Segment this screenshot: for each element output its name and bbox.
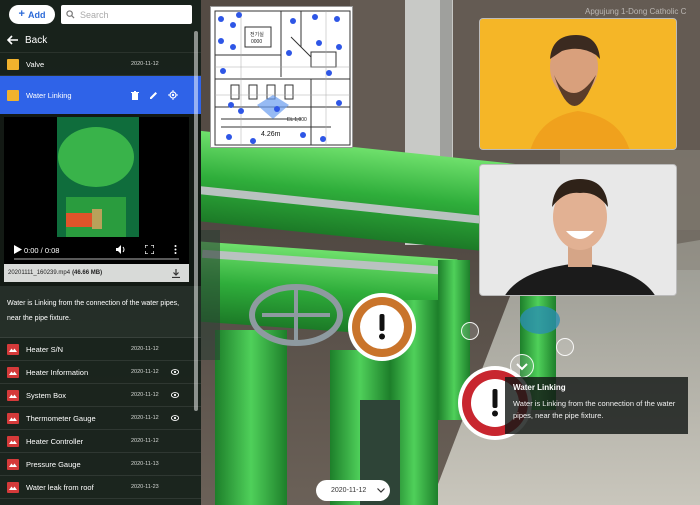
list-item-label: Pressure Gauge — [26, 459, 81, 469]
list-item-date: 2020-11-23 — [131, 484, 159, 490]
tooltip-title: Water Linking — [513, 383, 566, 392]
attachment-filename: 20201111_160239.mp4 — [8, 270, 71, 276]
image-icon — [7, 412, 19, 424]
locate-target-icon[interactable] — [168, 90, 178, 100]
list-item-date: 2020-11-12 — [131, 61, 159, 67]
list-item-label: Heater Information — [26, 367, 89, 377]
sidebar: + Add Back Valve 2020-11-12 Water Linkin… — [0, 0, 201, 505]
list-item-date: 2020-11-12 — [131, 415, 159, 421]
list-item[interactable]: Heater Controller 2020-11-12 — [0, 430, 201, 453]
sidebar-toolbar: + Add — [0, 0, 201, 28]
media-attachment: 0:00 / 0:08 20201111_160239.mp4 (46.66 M… — [0, 114, 201, 286]
list-item[interactable]: System Box 2020-11-12 — [0, 384, 201, 407]
fullscreen-icon[interactable] — [145, 245, 154, 254]
edit-pencil-icon[interactable] — [149, 91, 158, 100]
video-tile-participant-2[interactable] — [479, 164, 677, 296]
list-item-label: Thermometer Gauge — [26, 413, 96, 423]
room-label: 전기실 — [250, 31, 264, 38]
video-player[interactable]: 0:00 / 0:08 — [4, 117, 189, 264]
list-item[interactable]: Pressure Gauge 2020-11-13 — [0, 453, 201, 476]
video-controls: 0:00 / 0:08 — [4, 235, 189, 264]
participant-video-2 — [480, 165, 676, 295]
participant-video-1 — [480, 19, 676, 149]
list-item-date: 2020-11-12 — [131, 438, 159, 444]
eye-icon[interactable] — [171, 415, 179, 421]
image-icon — [7, 435, 19, 447]
download-icon[interactable] — [172, 269, 180, 278]
hotspot-tooltip: Water Linking Water is Linking from the … — [505, 377, 688, 434]
attachment-filesize: (46.66 MB) — [72, 270, 103, 276]
search-icon — [66, 10, 75, 19]
back-label: Back — [25, 34, 48, 46]
site-watermark: Apgujung 1-Dong Catholic C — [585, 7, 687, 16]
add-button-label: Add — [27, 9, 46, 20]
scale-label: 4.26m — [259, 131, 283, 138]
arrow-left-icon — [7, 35, 18, 45]
list-item-date: 2020-11-13 — [131, 461, 159, 467]
list-item-label: Water Linking — [26, 90, 72, 100]
image-icon — [7, 481, 19, 493]
play-icon[interactable] — [14, 245, 22, 254]
image-icon — [7, 343, 19, 355]
item-list: Heater S/N 2020-11-12 Heater Information 20… — [0, 338, 201, 505]
image-icon — [7, 389, 19, 401]
exclamation-icon — [379, 314, 385, 340]
video-progress-bar[interactable] — [14, 258, 179, 260]
list-item-label: System Box — [26, 390, 67, 400]
list-item[interactable]: Thermometer Gauge 2020-11-12 — [0, 407, 201, 430]
chevron-down-icon — [377, 488, 385, 493]
eye-icon[interactable] — [171, 392, 179, 398]
list-item-water-linking[interactable]: Water Linking — [0, 76, 201, 114]
video-time: 0:00 / 0:08 — [24, 246, 60, 255]
image-icon — [7, 458, 19, 470]
room-label: EL 1,000 — [287, 117, 307, 123]
trash-icon[interactable] — [131, 90, 139, 100]
list-item[interactable]: Water leak from roof 2020-11-23 — [0, 476, 201, 499]
volume-icon[interactable] — [116, 245, 126, 254]
search-box[interactable] — [61, 5, 192, 24]
video-tile-participant-1[interactable] — [479, 18, 677, 150]
folder-icon — [7, 58, 19, 70]
date-selector[interactable]: 2020-11-12 — [316, 480, 390, 501]
image-icon — [7, 366, 19, 378]
list-item-label: Heater S/N — [26, 344, 64, 354]
list-item-label: Heater Controller — [26, 436, 84, 446]
floor-plan-drawing: 전기실 0000 EL 1,000 — [211, 7, 352, 147]
hotspot-warning-orange[interactable] — [348, 293, 416, 361]
scene-nav-right-button[interactable] — [556, 338, 574, 356]
list-item-label: Valve — [26, 59, 45, 69]
list-item-label: Water leak from roof — [26, 482, 94, 492]
list-item[interactable]: Status on electrical2020-11-23 — [0, 499, 201, 505]
attachment-file-row: 20201111_160239.mp4 (46.66 MB) — [4, 264, 189, 282]
list-item[interactable]: Heater Information 2020-11-12 — [0, 361, 201, 384]
list-item-date: 2020-11-12 — [131, 346, 159, 352]
item-description: Water is Linking from the connection of … — [0, 286, 201, 338]
list-item-date: 2020-11-12 — [131, 392, 159, 398]
tooltip-body: Water is Linking from the connection of … — [513, 399, 676, 420]
sidebar-scrollbar[interactable] — [194, 31, 198, 411]
folder-icon — [7, 89, 19, 101]
floor-plan-minimap[interactable]: 전기실 0000 EL 1,000 4.26m — [210, 6, 353, 148]
room-label: 0000 — [251, 39, 262, 45]
back-button[interactable]: Back — [0, 28, 201, 53]
more-vertical-icon[interactable] — [174, 245, 177, 254]
exclamation-icon — [492, 389, 498, 417]
list-item[interactable]: Heater S/N 2020-11-12 — [0, 338, 201, 361]
eye-icon[interactable] — [171, 369, 179, 375]
plus-icon: + — [18, 8, 25, 20]
date-selector-value: 2020-11-12 — [331, 487, 367, 494]
list-item-date: 2020-11-12 — [131, 369, 159, 375]
scene-nav-left-button[interactable] — [461, 322, 479, 340]
search-input[interactable] — [80, 9, 180, 20]
add-button[interactable]: + Add — [9, 5, 55, 24]
list-item-valve[interactable]: Valve 2020-11-12 — [0, 53, 201, 76]
